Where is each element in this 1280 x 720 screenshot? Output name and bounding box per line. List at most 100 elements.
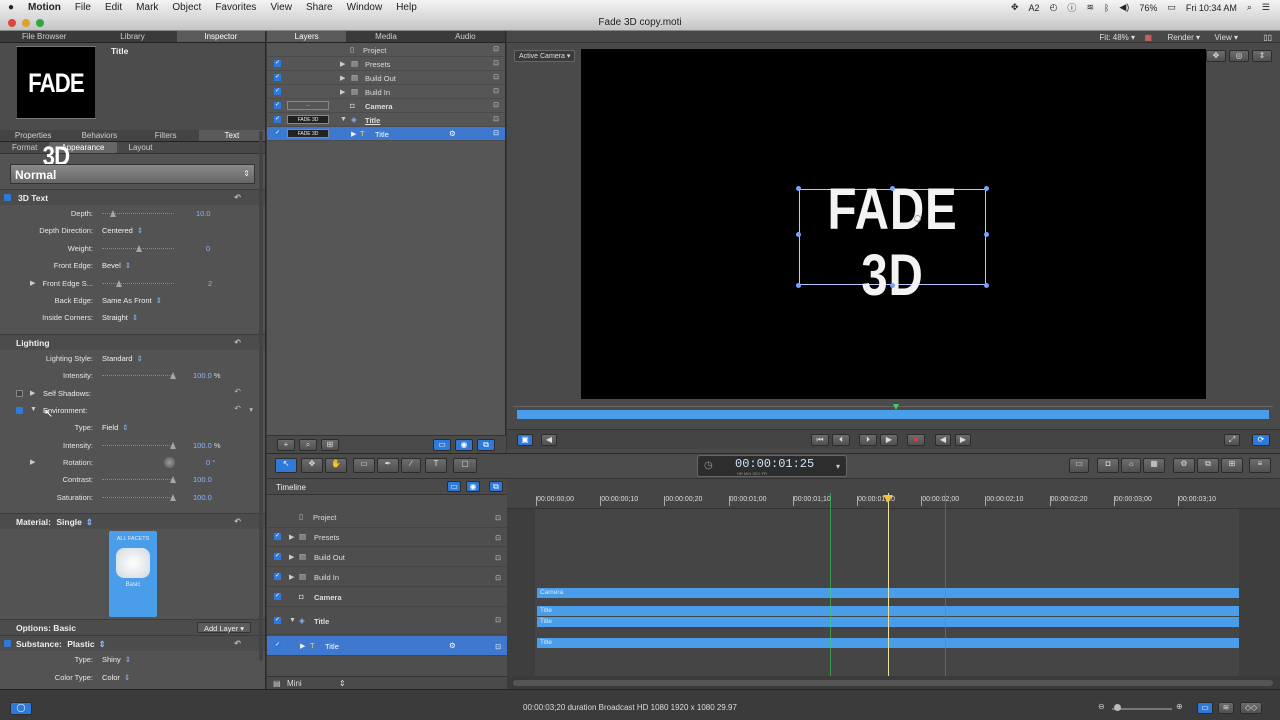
step-forward-icon[interactable]: ⏵ <box>859 434 877 446</box>
behavior-toggle-icon[interactable]: ⧉ <box>477 439 495 451</box>
contrast-slider[interactable] <box>102 476 176 484</box>
lock-icon[interactable]: ⊡ <box>495 574 501 582</box>
search-icon[interactable]: ⌕ <box>1247 2 1252 13</box>
hand-tool-icon[interactable]: ✋ <box>325 458 347 473</box>
timeline-row-title-text[interactable]: ✓ ▶ T Title ⚙ ⊡ <box>267 636 507 656</box>
minimize-icon[interactable] <box>22 19 30 27</box>
tab-audio[interactable]: Audio <box>426 31 505 42</box>
layout-icon[interactable]: ▤ <box>273 679 281 688</box>
render-popup[interactable]: Render ▾ <box>1168 33 1201 42</box>
scrollbar-thumb[interactable] <box>513 680 1273 686</box>
section-lighting[interactable]: Lighting ↶ <box>0 333 265 350</box>
play-icon[interactable]: ▶ <box>880 434 898 446</box>
intensity-thumb[interactable] <box>170 372 176 380</box>
mini-timeline-bar[interactable] <box>517 410 1269 419</box>
lock-icon[interactable]: ⊡ <box>493 73 499 81</box>
mask-tool-icon[interactable]: ▢ <box>453 458 477 473</box>
menu-edit[interactable]: Edit <box>105 2 122 13</box>
view-popup[interactable]: View ▾ <box>1215 33 1238 42</box>
timeline-row-presets[interactable]: ✓ ▶ ▤ Presets ⊡ <box>267 527 507 547</box>
record-icon[interactable]: ● <box>907 434 925 446</box>
mini-timeline[interactable] <box>513 404 1273 420</box>
depth-direction-popup[interactable]: Centered ⇕ <box>102 226 143 235</box>
front-edge-size-slider[interactable] <box>102 279 174 287</box>
timemachine-icon[interactable]: ◴ <box>1050 2 1058 13</box>
zoom-in-icon[interactable]: ⊕ <box>1176 702 1183 711</box>
disclosure-triangle-icon[interactable]: ▶ <box>289 533 294 541</box>
layer-row-project[interactable]: ▯ Project ⊡ <box>267 43 505 57</box>
battery-label[interactable]: 76% <box>1139 3 1157 13</box>
lock-icon[interactable]: ⊡ <box>493 101 499 109</box>
front-edge-popup[interactable]: Bevel ⇕ <box>102 261 131 270</box>
timeline-scrollbar[interactable] <box>507 676 1280 690</box>
color-type-popup[interactable]: Color ⇕ <box>102 673 130 682</box>
tab-behaviors[interactable]: Behaviors <box>66 130 132 141</box>
orbit-icon[interactable]: ◎ <box>1229 50 1249 62</box>
wifi-icon[interactable]: ≋ <box>1086 2 1094 13</box>
disclosure-triangle-icon[interactable]: ▶ <box>340 74 345 82</box>
show-behaviors-icon[interactable]: ⧉ <box>489 481 503 492</box>
add-camera-icon[interactable]: ◘ <box>1097 458 1119 473</box>
zoom-icon[interactable] <box>36 19 44 27</box>
layout-toggle-icon[interactable]: ▭ <box>1069 458 1089 473</box>
timeline-row-build-out[interactable]: ✓ ▶ ▤ Build Out ⊡ <box>267 547 507 567</box>
collapse-icon[interactable]: ◀ <box>541 434 557 446</box>
zoom-slider[interactable] <box>1112 708 1172 710</box>
lock-icon[interactable]: ⊡ <box>495 554 501 562</box>
menu-share[interactable]: Share <box>306 2 333 13</box>
rotation-value[interactable]: 0 ° <box>206 458 215 467</box>
env-intensity-slider[interactable] <box>102 441 176 449</box>
depth-slider[interactable] <box>102 210 174 217</box>
playhead-handle[interactable] <box>883 495 893 503</box>
dropbox-icon[interactable]: ✥ <box>1011 2 1019 13</box>
disclosure-triangle-icon[interactable]: ▶ <box>340 88 345 96</box>
behaviors-icon[interactable]: ⧉ <box>1197 458 1219 473</box>
weight-slider-thumb[interactable] <box>136 244 142 252</box>
handle-icon[interactable] <box>890 186 895 191</box>
handle-icon[interactable] <box>890 283 895 288</box>
tab-text[interactable]: Text <box>198 130 265 141</box>
search-icon[interactable]: ⌕ <box>299 439 317 451</box>
layer-row-title-group[interactable]: ✓ FADE 3D ▼ ◈ Title ⊡ <box>267 113 505 127</box>
tab-library[interactable]: Library <box>88 31 176 42</box>
timecode-display[interactable]: ◷ 00:00:01:25 HR MIN SEC FR ▾ <box>697 455 847 477</box>
lock-icon[interactable]: ⊡ <box>495 643 501 651</box>
visibility-checkbox[interactable]: ✓ <box>274 74 281 81</box>
mask-icon[interactable]: ◉ <box>455 439 473 451</box>
layer-row-presets[interactable]: ✓ ▶ ▤ Presets ⊡ <box>267 57 505 71</box>
disclosure-triangle-icon[interactable]: ▶ <box>340 60 345 68</box>
clock[interactable]: Fri 10:34 AM <box>1186 3 1237 13</box>
inside-corners-popup[interactable]: Straight ⇕ <box>102 313 138 322</box>
chevron-down-icon[interactable]: ▾ <box>249 405 253 414</box>
substance-type-popup[interactable]: Shiny ⇕ <box>102 655 131 664</box>
3d-text-checkbox[interactable] <box>4 194 11 201</box>
bezier-tool-icon[interactable]: ✒ <box>377 458 399 473</box>
menu-favorites[interactable]: Favorites <box>215 2 256 13</box>
intensity-slider[interactable] <box>102 372 176 380</box>
preset-popup[interactable]: Normal ⇕ <box>10 164 255 184</box>
adobe-icon[interactable]: A2 <box>1029 3 1040 13</box>
rectangle-tool-icon[interactable]: ▭ <box>353 458 375 473</box>
fit-popup[interactable]: Fit: 48% ▾ <box>1099 33 1135 42</box>
timeline-row-camera[interactable]: ✓ ◘ Camera <box>267 587 507 607</box>
tab-inspector[interactable]: Inspector <box>176 31 265 42</box>
visibility-checkbox[interactable]: ✓ <box>274 573 281 580</box>
handle-icon[interactable] <box>984 186 989 191</box>
intensity-value[interactable]: 100.0 % <box>193 371 221 380</box>
depth-value[interactable]: 10.0 <box>196 209 211 218</box>
tab-layout[interactable]: Layout <box>117 142 165 153</box>
layer-row-build-out[interactable]: ✓ ▶ ▤ Build Out ⊡ <box>267 71 505 85</box>
layer-row-title-text[interactable]: ✓ FADE 3D ▶ T Title ⚙ ⊡ <box>267 127 505 141</box>
hud-icon[interactable]: ≡ <box>1249 458 1271 473</box>
active-camera-popup[interactable]: Active Camera ▾ <box>514 50 576 62</box>
filter-icon[interactable]: ▭ <box>433 439 451 451</box>
tab-media[interactable]: Media <box>346 31 425 42</box>
lock-icon[interactable]: ⊡ <box>495 514 501 522</box>
volume-icon[interactable]: ◀) <box>1119 2 1129 13</box>
keyframe-toggle-icon[interactable]: ◇◇ <box>1240 702 1262 714</box>
handle-icon[interactable] <box>796 186 801 191</box>
menu-view[interactable]: View <box>270 2 292 13</box>
weight-value[interactable]: 0 <box>206 244 210 253</box>
contrast-value[interactable]: 100.0 <box>193 475 212 484</box>
tab-file-browser[interactable]: File Browser <box>0 31 88 42</box>
